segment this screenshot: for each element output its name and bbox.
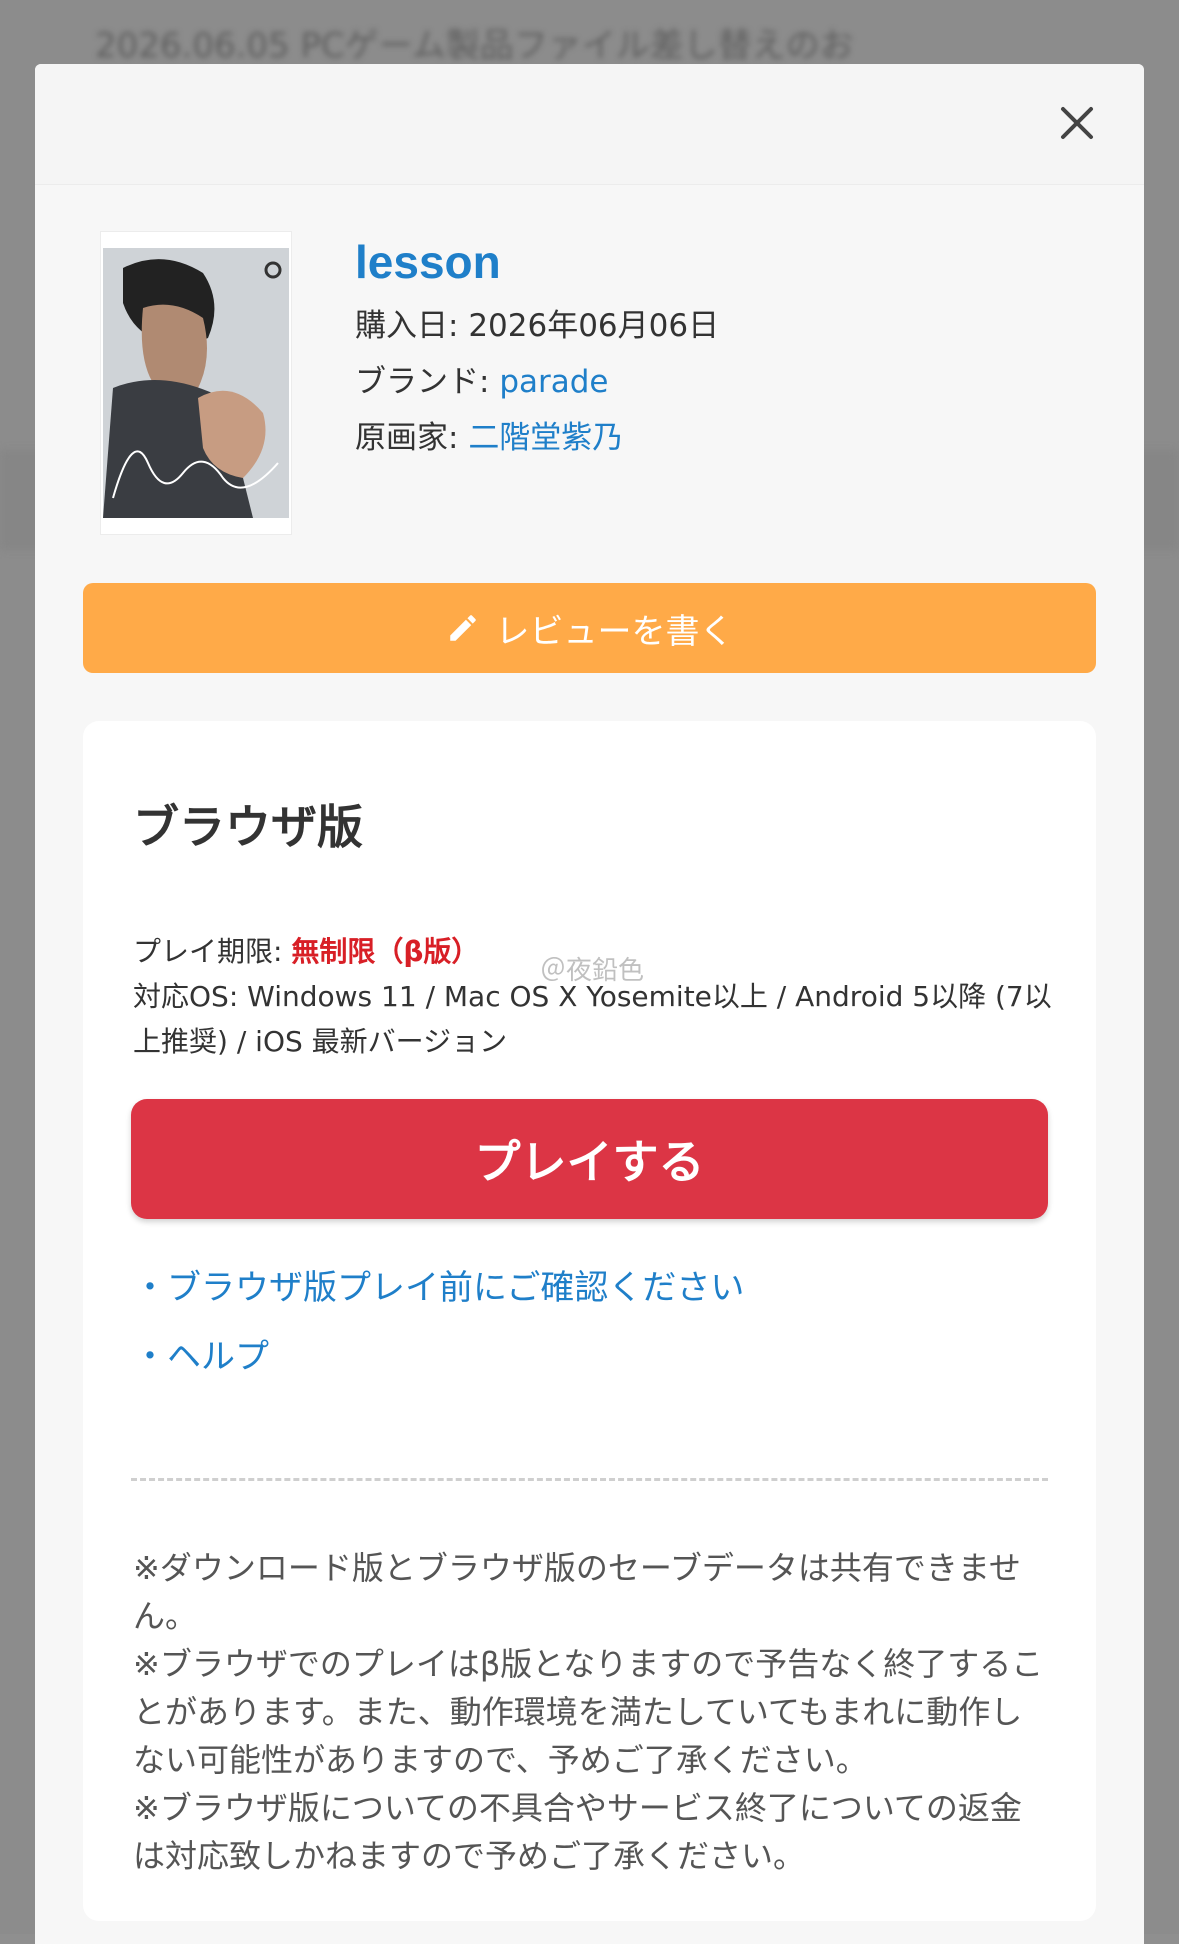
close-icon bbox=[1061, 107, 1093, 139]
watermark: ＠夜鉛色 bbox=[540, 956, 645, 986]
close-button[interactable] bbox=[1048, 94, 1106, 152]
modal-header bbox=[35, 64, 1144, 185]
browser-version-card: ブラウザ版 プレイ期限: 無制限（β版） 対応OS: Windows 11 / … bbox=[83, 721, 1096, 1921]
play-limit-label: プレイ期限: bbox=[133, 935, 292, 968]
brand-link[interactable]: parade bbox=[499, 364, 608, 400]
purchase-modal: lesson 購入日: 2026年06月06日 ブランド: parade 原画家… bbox=[35, 64, 1144, 1944]
play-limit-value: 無制限（β版） bbox=[291, 935, 480, 968]
pre-play-check-link[interactable]: ・ブラウザ版プレイ前にご確認ください bbox=[133, 1266, 744, 1310]
supported-os-text: 対応OS: Windows 11 / Mac OS X Yosemite以上 /… bbox=[133, 980, 1052, 1058]
brand-row: ブランド: parade bbox=[355, 362, 719, 402]
purchase-date-label: 購入日: bbox=[355, 308, 469, 344]
background-title: 2026.06.05 PCゲーム製品ファイル差し替えのお bbox=[95, 26, 854, 66]
product-info: lesson 購入日: 2026年06月06日 ブランド: parade 原画家… bbox=[355, 234, 719, 458]
help-links: ・ブラウザ版プレイ前にご確認ください ・ヘルプ bbox=[133, 1266, 744, 1404]
write-review-label: レビューを書く bbox=[495, 611, 734, 652]
play-button[interactable]: プレイする bbox=[131, 1099, 1048, 1219]
product-title[interactable]: lesson bbox=[355, 234, 719, 290]
purchase-date-value: 2026年06月06日 bbox=[468, 308, 720, 344]
help-link[interactable]: ・ヘルプ bbox=[133, 1335, 744, 1379]
browser-version-title: ブラウザ版 bbox=[133, 800, 363, 854]
pencil-icon bbox=[449, 615, 476, 641]
purchase-date-row: 購入日: 2026年06月06日 bbox=[355, 306, 719, 346]
product-cover-image[interactable] bbox=[101, 232, 291, 534]
artist-label: 原画家: bbox=[355, 420, 469, 456]
cover-art bbox=[103, 248, 289, 518]
artist-row: 原画家: 二階堂紫乃 bbox=[355, 418, 719, 458]
brand-label: ブランド: bbox=[355, 364, 500, 400]
dashed-divider bbox=[131, 1478, 1048, 1481]
artist-link[interactable]: 二階堂紫乃 bbox=[468, 420, 623, 456]
write-review-button[interactable]: レビューを書く bbox=[83, 583, 1096, 673]
note-item: ※ブラウザ版についての不具合やサービス終了についての返金は対応致しかねますので予… bbox=[133, 1789, 1022, 1875]
notes: ※ダウンロード版とブラウザ版のセーブデータは共有できません。 ※ブラウザでのプレ… bbox=[133, 1544, 1053, 1880]
note-item: ※ブラウザでのプレイはβ版となりますので予告なく終了することがあります。また、動… bbox=[133, 1645, 1044, 1779]
note-item: ※ダウンロード版とブラウザ版のセーブデータは共有できません。 bbox=[133, 1549, 1021, 1635]
